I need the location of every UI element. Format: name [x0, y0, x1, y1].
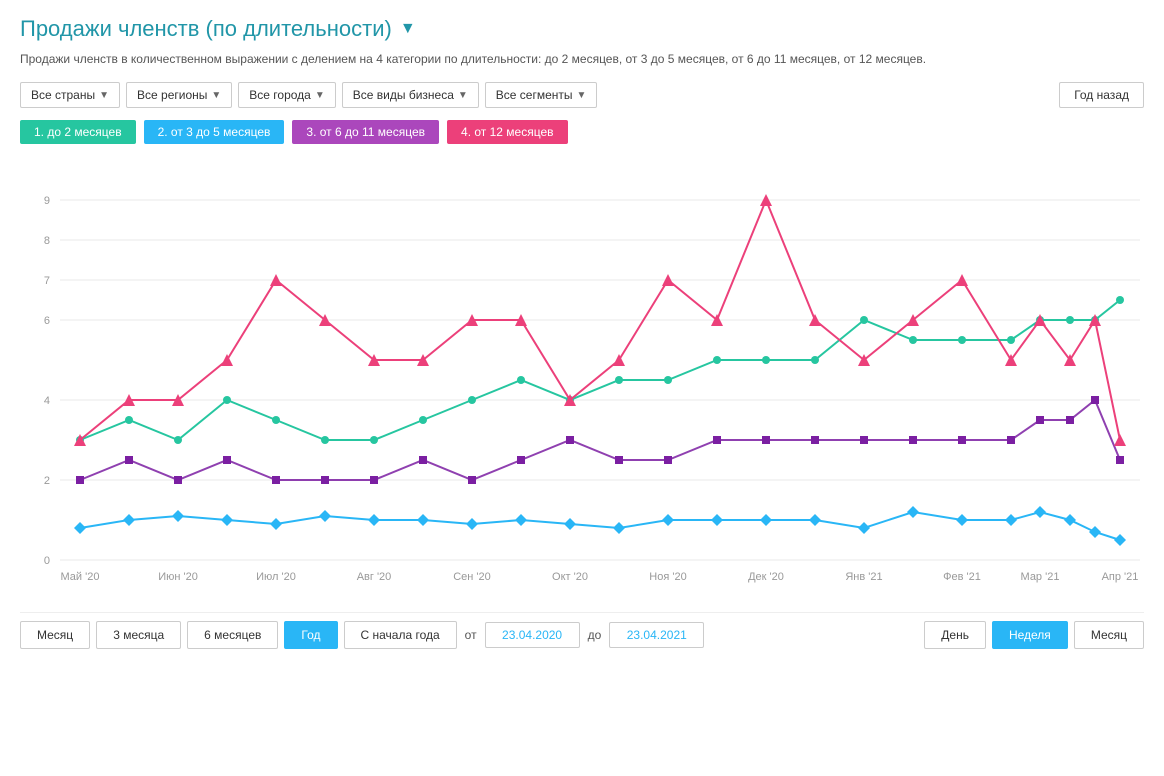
filters-row: Все страны ▼ Все регионы ▼ Все города ▼ …	[20, 82, 1144, 108]
filter-cities[interactable]: Все города ▼	[238, 82, 335, 108]
bottom-controls: Месяц 3 месяца 6 месяцев Год С начала го…	[20, 612, 1144, 649]
title-dropdown-icon[interactable]: ▼	[400, 20, 416, 38]
svg-text:Май '20: Май '20	[61, 571, 100, 583]
chart-svg: .axis-label { font-size: 11px; fill: #99…	[20, 160, 1144, 600]
legend-item-3[interactable]: 3. от 6 до 11 месяцев	[292, 120, 439, 144]
filter-segments[interactable]: Все сегменты ▼	[485, 82, 598, 108]
svg-text:Июл '20: Июл '20	[256, 571, 296, 583]
period-3month-button[interactable]: 3 месяца	[96, 621, 181, 649]
legend-row: 1. до 2 месяцев 2. от 3 до 5 месяцев 3. …	[20, 120, 1144, 144]
period-year-button[interactable]: Год	[284, 621, 337, 649]
chevron-down-icon: ▼	[211, 90, 221, 101]
to-label: до	[586, 628, 604, 642]
page-title: Продажи членств (по длительности)	[20, 16, 392, 42]
to-date-input[interactable]	[609, 622, 704, 648]
svg-text:2: 2	[44, 475, 50, 487]
svg-text:9: 9	[44, 195, 50, 207]
granularity-month-button[interactable]: Месяц	[1074, 621, 1144, 649]
period-ytd-button[interactable]: С начала года	[344, 621, 457, 649]
svg-text:Дек '20: Дек '20	[748, 571, 784, 583]
from-label: от	[463, 628, 479, 642]
legend-item-4[interactable]: 4. от 12 месяцев	[447, 120, 567, 144]
chevron-down-icon: ▼	[315, 90, 325, 101]
svg-text:Окт '20: Окт '20	[552, 571, 588, 583]
svg-text:Июн '20: Июн '20	[158, 571, 198, 583]
svg-text:8: 8	[44, 235, 50, 247]
svg-text:Ноя '20: Ноя '20	[649, 571, 686, 583]
from-date-input[interactable]	[485, 622, 580, 648]
svg-text:Фев '21: Фев '21	[943, 571, 981, 583]
chevron-down-icon: ▼	[577, 90, 587, 101]
chevron-down-icon: ▼	[99, 90, 109, 101]
svg-text:Авг '20: Авг '20	[357, 571, 392, 583]
legend-item-2[interactable]: 2. от 3 до 5 месяцев	[144, 120, 285, 144]
chart-area: .axis-label { font-size: 11px; fill: #99…	[20, 160, 1144, 600]
period-year-ago-button[interactable]: Год назад	[1059, 82, 1144, 108]
granularity-day-button[interactable]: День	[924, 621, 986, 649]
svg-text:6: 6	[44, 315, 50, 327]
period-month-button[interactable]: Месяц	[20, 621, 90, 649]
filter-business[interactable]: Все виды бизнеса ▼	[342, 82, 479, 108]
filter-regions[interactable]: Все регионы ▼	[126, 82, 232, 108]
filter-countries[interactable]: Все страны ▼	[20, 82, 120, 108]
chevron-down-icon: ▼	[458, 90, 468, 101]
svg-text:Мар '21: Мар '21	[1021, 571, 1060, 583]
svg-text:Сен '20: Сен '20	[453, 571, 491, 583]
svg-text:0: 0	[44, 555, 50, 567]
legend-item-1[interactable]: 1. до 2 месяцев	[20, 120, 136, 144]
svg-text:Апр '21: Апр '21	[1102, 571, 1139, 583]
svg-text:Янв '21: Янв '21	[845, 571, 882, 583]
svg-text:4: 4	[44, 395, 50, 407]
page-subtitle: Продажи членств в количественном выражен…	[20, 50, 1144, 68]
svg-text:7: 7	[44, 275, 50, 287]
granularity-week-button[interactable]: Неделя	[992, 621, 1068, 649]
period-6month-button[interactable]: 6 месяцев	[187, 621, 278, 649]
